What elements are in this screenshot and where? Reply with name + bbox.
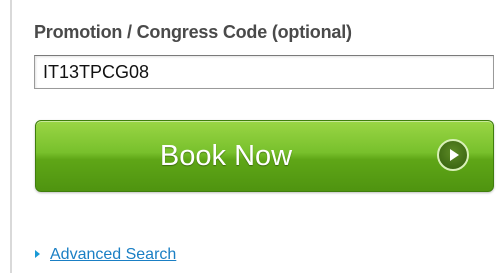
panel-divider (10, 0, 12, 273)
triangle-right-icon (35, 250, 40, 258)
booking-panel: Promotion / Congress Code (optional) Boo… (0, 0, 504, 273)
promo-code-label: Promotion / Congress Code (optional) (34, 22, 352, 42)
advanced-search-label: Advanced Search (50, 246, 177, 263)
advanced-search-link[interactable]: Advanced Search (35, 246, 176, 264)
play-circle-icon (437, 139, 469, 171)
book-now-button[interactable]: Book Now (35, 120, 494, 192)
book-now-label: Book Now (159, 140, 293, 172)
promo-code-input[interactable] (34, 55, 494, 89)
